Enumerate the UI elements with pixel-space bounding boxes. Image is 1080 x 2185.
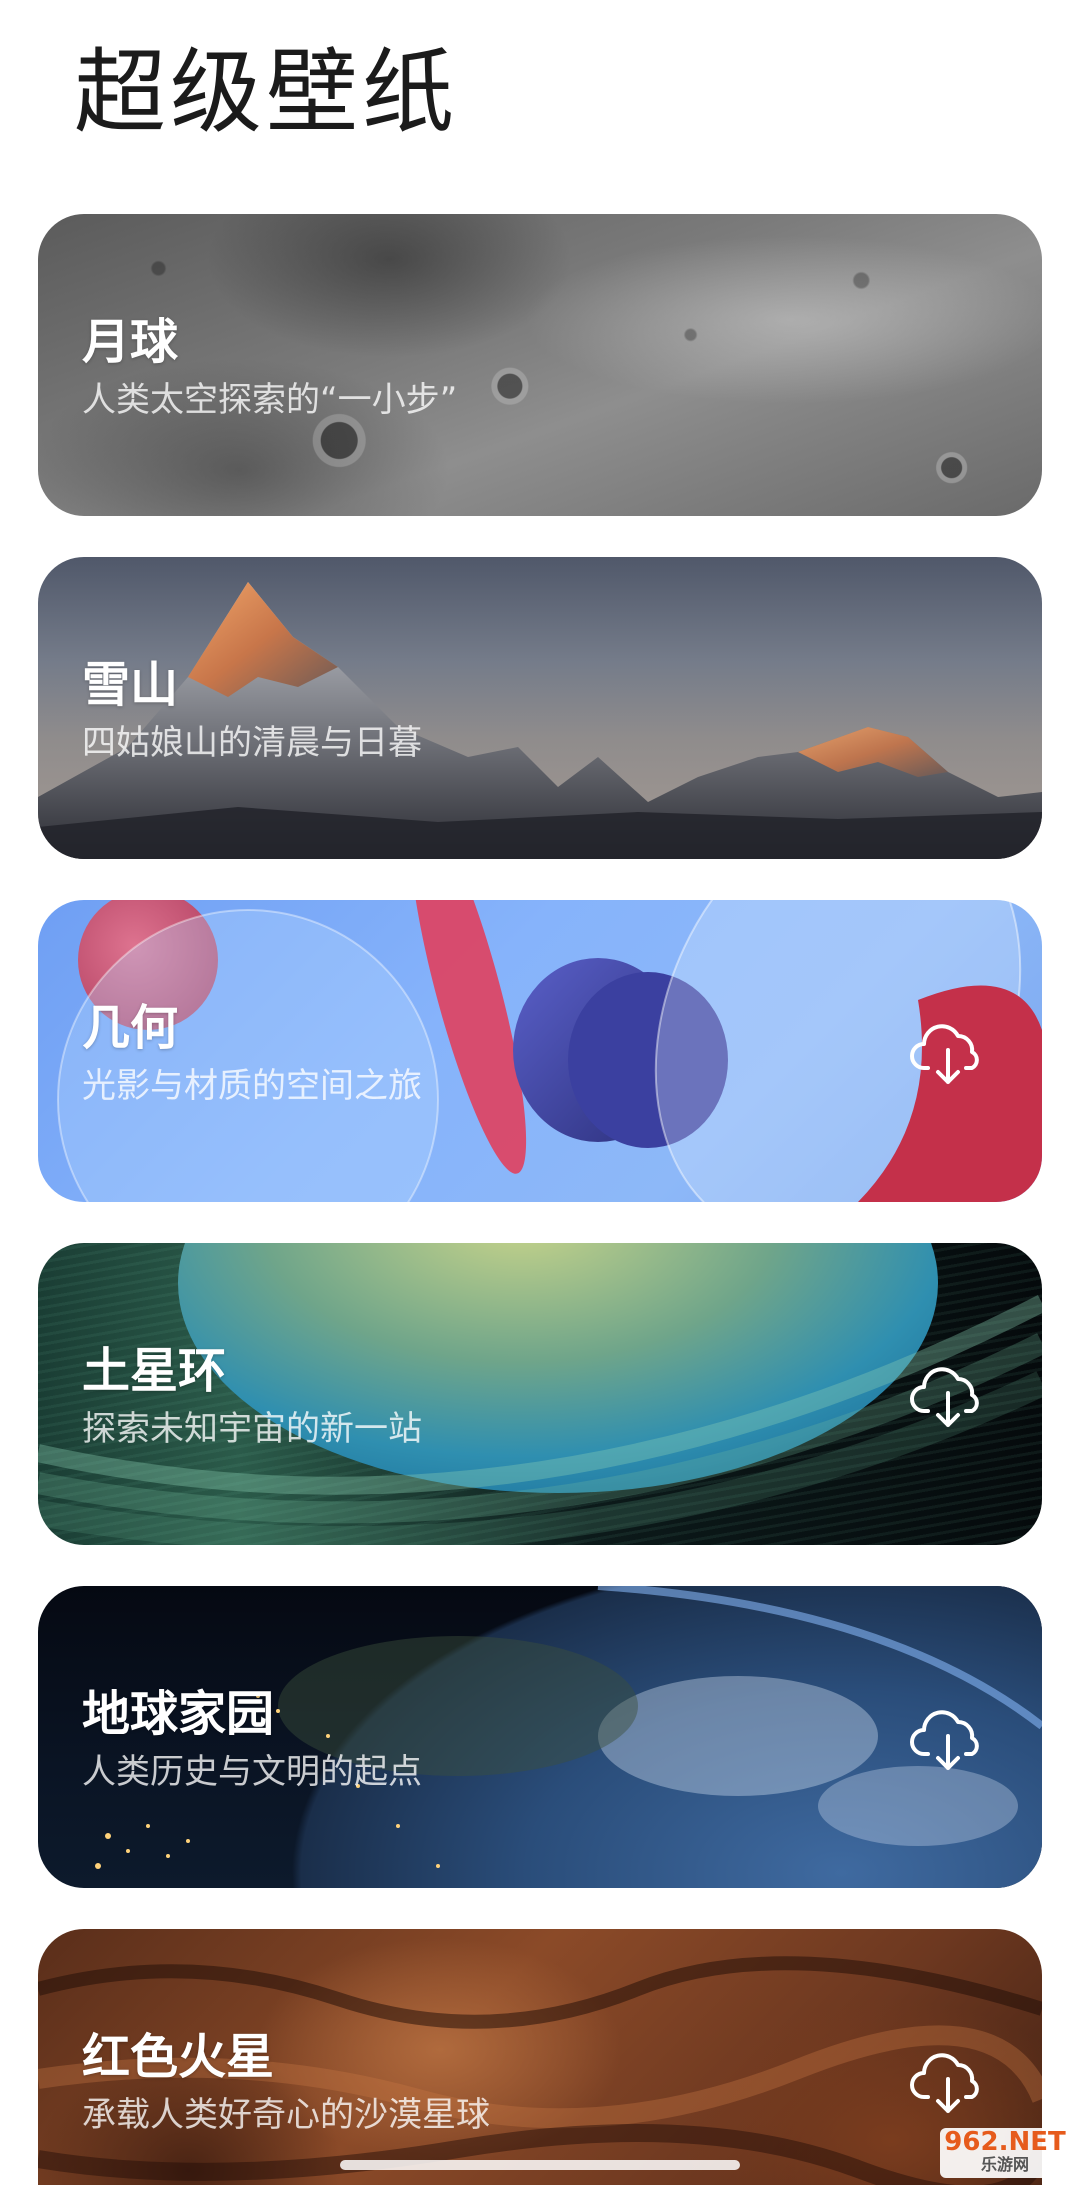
home-indicator[interactable] [340,2160,740,2170]
wallpaper-card-moon[interactable]: 月球 人类太空探索的“一小步” [38,214,1042,516]
wallpaper-card-snow-mountain[interactable]: 雪山 四姑娘山的清晨与日暮 [38,557,1042,859]
card-text: 地球家园 人类历史与文明的起点 [82,1686,422,1792]
watermark-sub: 乐游网 [980,2155,1029,2174]
site-watermark: 962.NET 乐游网 [940,2128,1070,2178]
card-title: 几何 [82,1000,179,1056]
card-text: 几何 光影与材质的空间之旅 [82,1000,422,1106]
card-text: 红色火星 承载人类好奇心的沙漠星球 [82,2029,490,2135]
card-description: 承载人类好奇心的沙漠星球 [82,2094,490,2135]
card-description: 光影与材质的空间之旅 [82,1065,422,1106]
card-title: 土星环 [82,1343,227,1399]
wallpaper-card-earth[interactable]: 地球家园 人类历史与文明的起点 [38,1586,1042,1888]
card-description: 人类太空探索的“一小步” [82,379,458,420]
wallpaper-card-geometry[interactable]: 几何 光影与材质的空间之旅 [38,900,1042,1202]
wallpaper-card-saturn[interactable]: 土星环 探索未知宇宙的新一站 [38,1243,1042,1545]
wallpaper-card-mars[interactable]: 红色火星 承载人类好奇心的沙漠星球 [38,1929,1042,2185]
card-text: 雪山 四姑娘山的清晨与日暮 [82,657,422,763]
card-title: 月球 [82,314,179,370]
card-description: 四姑娘山的清晨与日暮 [82,722,422,763]
card-description: 人类历史与文明的起点 [82,1751,422,1792]
page-title: 超级壁纸 [74,39,459,146]
wallpaper-page: 超级壁纸 月球 人类太空探索的“一小步” 雪山 四姑娘山的清晨与日暮 几何 光影… [0,0,1080,2185]
card-description: 探索未知宇宙的新一站 [82,1408,422,1449]
card-title: 红色火星 [82,2029,275,2085]
card-title: 地球家园 [82,1686,275,1742]
cloud-download-icon[interactable] [910,1020,986,1086]
cloud-download-icon[interactable] [910,1706,986,1772]
cloud-download-icon[interactable] [910,2049,986,2115]
card-text: 月球 人类太空探索的“一小步” [82,314,457,420]
card-title: 雪山 [82,657,179,713]
watermark-main: 962.NET [944,2128,1066,2157]
card-text: 土星环 探索未知宇宙的新一站 [82,1343,422,1449]
cloud-download-icon[interactable] [910,1363,986,1429]
